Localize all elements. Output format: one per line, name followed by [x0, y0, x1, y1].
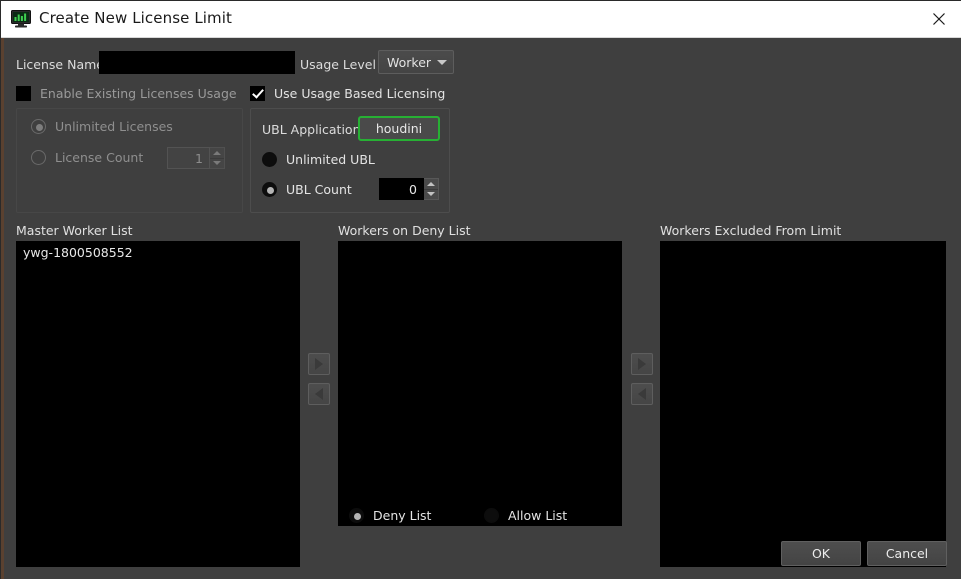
workers-on-deny-list[interactable] [338, 241, 622, 526]
window-title: Create New License Limit [39, 9, 232, 27]
usage-level-select[interactable]: Worker [378, 50, 454, 74]
deny-list-mode-radio[interactable]: Deny List [349, 508, 431, 523]
ubl-count-decrement[interactable] [424, 190, 438, 200]
create-license-limit-dialog: Create New License Limit License Name Us… [0, 0, 961, 579]
radio-dot-unlimited-licenses [31, 119, 46, 134]
enable-existing-licenses-checkbox[interactable]: Enable Existing Licenses Usage [16, 86, 237, 101]
arrow-right-icon [315, 358, 323, 370]
arrow-right-icon [638, 358, 646, 370]
ubl-application-button[interactable]: houdini [358, 116, 440, 141]
master-worker-list-header: Master Worker List [16, 223, 133, 238]
deny-list-header: Workers on Deny List [338, 223, 471, 238]
license-count-value[interactable]: 1 [167, 147, 210, 169]
close-button[interactable] [916, 1, 961, 37]
use-usage-based-licensing-label: Use Usage Based Licensing [274, 86, 446, 101]
allow-list-mode-label: Allow List [508, 508, 568, 523]
checkbox-box-use-ubl [250, 86, 265, 101]
arrow-left-icon [315, 388, 323, 400]
unlimited-ubl-label: Unlimited UBL [286, 152, 375, 167]
ubl-count-radio[interactable]: UBL Count [262, 182, 352, 197]
license-count-increment[interactable] [210, 148, 224, 159]
license-name-label: License Name [16, 57, 104, 72]
radio-dot-ubl-count [262, 182, 277, 197]
ubl-count-value[interactable]: 0 [379, 178, 424, 200]
checkbox-box-enable-existing [16, 86, 31, 101]
license-count-label: License Count [55, 150, 144, 165]
left-accent-stripe [1, 38, 4, 579]
monitor-chart-icon [11, 10, 31, 28]
ubl-count-increment[interactable] [424, 179, 438, 190]
deny-list-mode-label: Deny List [373, 508, 432, 523]
enable-existing-licenses-label: Enable Existing Licenses Usage [40, 86, 237, 101]
license-count-stepper[interactable]: 1 [167, 147, 225, 169]
remove-from-deny-list-button[interactable] [308, 383, 330, 405]
license-count-spin-buttons[interactable] [210, 147, 225, 169]
master-worker-list[interactable]: ywg-1800508552 [16, 241, 300, 567]
arrow-left-icon [638, 388, 646, 400]
unlimited-licenses-radio[interactable]: Unlimited Licenses [31, 119, 173, 134]
excluded-list-header: Workers Excluded From Limit [660, 223, 842, 238]
ubl-count-label: UBL Count [286, 182, 352, 197]
radio-dot-deny-list [349, 508, 364, 523]
remove-from-excluded-list-button[interactable] [631, 383, 653, 405]
usage-level-label: Usage Level [300, 57, 376, 72]
unlimited-ubl-radio[interactable]: Unlimited UBL [262, 152, 375, 167]
ok-button[interactable]: OK [781, 541, 861, 566]
license-name-input[interactable] [99, 51, 295, 74]
workers-excluded-from-limit-list[interactable] [660, 241, 946, 567]
unlimited-licenses-label: Unlimited Licenses [55, 119, 173, 134]
radio-dot-license-count [31, 150, 46, 165]
chevron-down-icon [431, 59, 453, 65]
cancel-button[interactable]: Cancel [867, 541, 947, 566]
dialog-body: License Name Usage Level Worker Enable E… [1, 38, 961, 579]
allow-list-mode-radio[interactable]: Allow List [484, 508, 567, 523]
title-bar: Create New License Limit [1, 1, 961, 38]
ubl-application-label: UBL Application [262, 122, 361, 137]
ubl-count-stepper[interactable]: 0 [379, 178, 439, 200]
ubl-count-spin-buttons[interactable] [424, 178, 439, 200]
list-item[interactable]: ywg-1800508552 [17, 242, 299, 262]
use-usage-based-licensing-checkbox[interactable]: Use Usage Based Licensing [250, 86, 445, 101]
usage-level-value: Worker [387, 54, 432, 70]
radio-dot-unlimited-ubl [262, 152, 277, 167]
add-to-excluded-list-button[interactable] [631, 353, 653, 375]
add-to-deny-list-button[interactable] [308, 353, 330, 375]
license-count-decrement[interactable] [210, 159, 224, 169]
radio-dot-allow-list [484, 508, 499, 523]
license-count-radio[interactable]: License Count [31, 150, 143, 165]
